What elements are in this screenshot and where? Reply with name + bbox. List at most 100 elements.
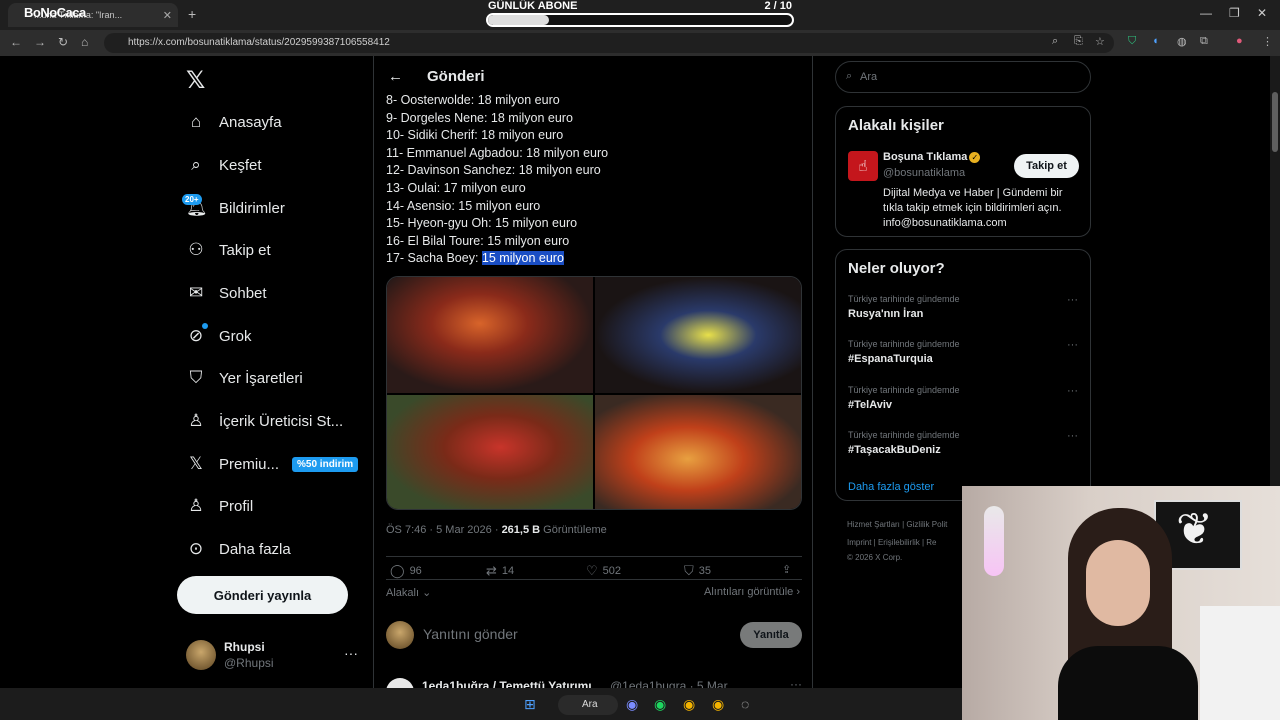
extension-icon[interactable]: ◍ xyxy=(1177,35,1187,48)
chrome-profile-icon[interactable]: ◉ xyxy=(712,696,724,713)
close-tab-icon[interactable]: ✕ xyxy=(163,9,172,22)
avatar xyxy=(186,640,216,670)
window-close-icon[interactable]: ✕ xyxy=(1257,6,1267,20)
reply-action[interactable]: ◯ 96 xyxy=(390,563,422,579)
maximize-icon[interactable]: ❐ xyxy=(1229,6,1240,20)
footer-links[interactable]: Imprint | Erişilebilirlik | Re xyxy=(847,538,937,547)
repost-action[interactable]: ⇄ 14 xyxy=(486,563,514,579)
player-photo[interactable] xyxy=(595,395,801,509)
forward-icon[interactable]: → xyxy=(34,35,46,49)
back-icon[interactable]: ← xyxy=(10,35,22,49)
trend-context: Türkiye tarihinde gündemde xyxy=(848,430,960,440)
scrollbar[interactable] xyxy=(1270,56,1280,486)
more-dots-icon[interactable]: ··· xyxy=(1067,294,1078,306)
related-dropdown[interactable]: Alakalı ⌄ xyxy=(386,586,431,599)
subs-progress-fill xyxy=(488,15,549,25)
more-circle-icon: ⊙ xyxy=(188,539,204,558)
subs-count: 2 / 10 xyxy=(764,0,792,12)
post-media-grid[interactable] xyxy=(386,276,802,510)
bookmark-action[interactable]: ⛉ 35 xyxy=(684,563,711,579)
puzzle-icon[interactable]: ⧉ xyxy=(1200,35,1208,48)
trends-title: Neler oluyor? xyxy=(848,260,945,277)
discord-icon[interactable]: ◉ xyxy=(626,696,638,713)
post-line: 11- Emmanuel Agbadou: 18 milyon euro xyxy=(386,145,609,160)
menu-icon[interactable]: ⋮ xyxy=(1262,35,1273,48)
sidebar-item-0[interactable]: ⌂ Anasayfa xyxy=(186,107,282,137)
more-dots-icon[interactable]: ··· xyxy=(1067,430,1078,442)
scrollbar-thumb[interactable] xyxy=(1272,92,1278,152)
sidebar-item-3[interactable]: ⚇ Takip et xyxy=(186,235,270,265)
star-icon[interactable]: ☆ xyxy=(1095,35,1105,48)
trend-context: Türkiye tarihinde gündemde xyxy=(848,339,960,349)
player-photo[interactable] xyxy=(387,277,593,393)
sidebar-item-label: Grok xyxy=(219,327,252,345)
new-tab-icon[interactable]: + xyxy=(188,6,196,22)
app-icon[interactable]: ◌ xyxy=(741,696,749,712)
shield-extension-icon[interactable]: ⛉ xyxy=(1128,35,1136,48)
show-more-link[interactable]: Daha fazla göster xyxy=(848,481,934,493)
related-person-name[interactable]: Boşuna Tıklama ✓ xyxy=(883,151,981,163)
audio-extension-icon[interactable]: ◖ xyxy=(1152,35,1159,47)
reply-count: 96 xyxy=(409,565,422,577)
address-bar[interactable]: https://x.com/bosunatiklama/status/20295… xyxy=(104,33,1114,53)
profile-icon[interactable]: ● xyxy=(1236,35,1243,47)
back-arrow-icon[interactable]: ← xyxy=(388,68,403,85)
reply-button[interactable]: Yanıtla xyxy=(740,622,802,648)
chrome-icon[interactable]: ◉ xyxy=(683,696,695,713)
player-photo[interactable] xyxy=(387,395,593,509)
sidebar-item-5[interactable]: ⊘ Grok xyxy=(186,321,252,351)
account-switcher[interactable]: Rhupsi @Rhupsi ··· xyxy=(186,640,362,674)
taskbar: ⊞ Ara ◉ ◉ ◉ ◉ ◌ xyxy=(0,688,962,720)
user-handle: @Rhupsi xyxy=(224,656,274,670)
view-quotes-link[interactable]: Alıntıları görüntüle › xyxy=(704,586,800,598)
post-time: ÖS 7:46 · 5 Mar 2026 · xyxy=(386,524,502,536)
trend-item[interactable]: Türkiye tarihinde gündemde #TelAviv ··· xyxy=(848,385,1078,411)
home-browser-icon[interactable]: ⌂ xyxy=(81,35,88,49)
install-icon[interactable]: ⎘ xyxy=(1074,35,1083,48)
subs-progress-bar xyxy=(486,13,794,27)
footer-links[interactable]: © 2026 X Corp. xyxy=(847,553,902,562)
creator-icon: ♙ xyxy=(188,411,204,430)
post-line: 13- Oulai: 17 milyon euro xyxy=(386,180,526,195)
microphone xyxy=(984,506,1004,576)
reload-icon[interactable]: ↻ xyxy=(58,35,68,49)
taskbar-search[interactable]: Ara xyxy=(558,695,618,715)
windows-start-icon[interactable]: ⊞ xyxy=(524,696,536,713)
post-button[interactable]: Gönderi yayınla xyxy=(177,576,348,614)
x-logo-icon[interactable]: 𝕏 xyxy=(186,66,205,95)
mail-icon: ✉ xyxy=(188,283,204,302)
browser-toolbar: ← → ↻ ⌂ https://x.com/bosunatiklama/stat… xyxy=(0,30,1280,56)
bosuna-tiklama-logo-icon[interactable]: ☝ xyxy=(848,151,878,181)
search-input[interactable]: ⌕ Ara xyxy=(835,61,1091,93)
trend-item[interactable]: Türkiye tarihinde gündemde Rusya'nın İran… xyxy=(848,294,1078,320)
like-action[interactable]: ♡ 502 xyxy=(586,563,621,579)
trend-title: Rusya'nın İran xyxy=(848,308,924,320)
more-dots-icon[interactable]: ··· xyxy=(344,645,358,661)
share-icon[interactable]: ⇪ xyxy=(782,563,791,576)
sidebar-item-1[interactable]: ⌕ Keşfet xyxy=(186,150,261,180)
sidebar-item-10[interactable]: ⊙ Daha fazla xyxy=(186,534,291,564)
sidebar-item-8[interactable]: 𝕏 Premiu... %50 indirim xyxy=(186,449,359,479)
sidebar-item-4[interactable]: ✉ Sohbet xyxy=(186,278,267,308)
follow-button[interactable]: Takip et xyxy=(1014,154,1079,178)
minimize-icon[interactable]: — xyxy=(1200,6,1212,20)
sidebar-item-7[interactable]: ♙ İçerik Üreticisi St... xyxy=(186,406,343,436)
player-photo[interactable] xyxy=(595,277,801,393)
sidebar-item-9[interactable]: ♙ Profil xyxy=(186,491,253,521)
sidebar-item-6[interactable]: ⛉ Yer İşaretleri xyxy=(186,363,303,393)
grok-icon: ⊘ xyxy=(188,326,204,345)
more-dots-icon[interactable]: ··· xyxy=(1067,385,1078,397)
more-dots-icon[interactable]: ··· xyxy=(1067,339,1078,351)
zoom-icon[interactable]: ⌕ xyxy=(1052,35,1058,48)
reply-input[interactable]: Yanıtını gönder xyxy=(423,626,518,642)
trends-card: Neler oluyor? Türkiye tarihinde gündemde… xyxy=(835,249,1091,501)
trend-item[interactable]: Türkiye tarihinde gündemde #EspanaTurquia… xyxy=(848,339,1078,365)
sidebar-item-label: Daha fazla xyxy=(219,540,291,558)
spotify-icon[interactable]: ◉ xyxy=(654,696,666,713)
footer-links[interactable]: Hizmet Şartları | Gizlilik Polit xyxy=(847,520,947,529)
user-name: Rhupsi xyxy=(224,640,265,654)
trend-item[interactable]: Türkiye tarihinde gündemde #TaşacakBuDeni… xyxy=(848,430,1078,456)
post-line: 12- Davinson Sanchez: 18 milyon euro xyxy=(386,163,601,178)
shelf xyxy=(1200,606,1280,720)
repost-count: 14 xyxy=(501,565,515,577)
